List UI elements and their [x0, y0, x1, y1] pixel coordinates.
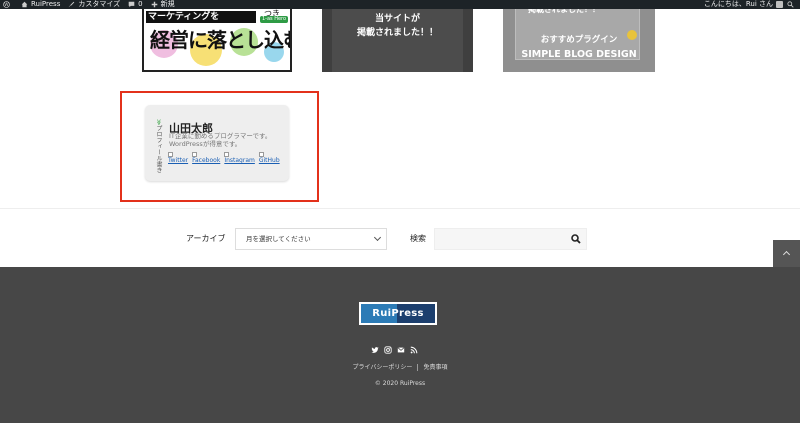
- mail-icon[interactable]: [397, 339, 405, 353]
- customize-link[interactable]: カスタマイズ: [68, 0, 120, 9]
- social-icons: [371, 339, 423, 354]
- site-name-label: RuiPress: [31, 0, 61, 8]
- card1-headline: 経営に落とし込む: [150, 28, 292, 52]
- search-icon[interactable]: [787, 1, 794, 8]
- admin-bar-left: W RuiPress カスタマイズ 0 新規: [3, 0, 183, 9]
- archive-select[interactable]: 月を選択してください: [235, 228, 387, 250]
- twitter-icon[interactable]: [371, 339, 379, 353]
- search-box: [434, 228, 587, 250]
- admin-bar: W RuiPress カスタマイズ 0 新規 こんにちは、Rui さん: [0, 0, 800, 9]
- footer-logo[interactable]: RuiPress: [359, 302, 437, 325]
- rss-icon[interactable]: [410, 339, 418, 354]
- broken-image-icon: [224, 152, 230, 157]
- profile-links: Twitter Facebook Instagram GitHub: [168, 152, 284, 164]
- archive-select-value: 月を選択してください: [246, 235, 311, 243]
- profile-description: IT企業に勤めるプログラマーです。WordPressが得意です。: [169, 132, 272, 148]
- twitter-link[interactable]: Twitter: [168, 152, 188, 164]
- post-card-plugin[interactable]: 掲載されました！！ おすすめプラグイン SIMPLE BLOG DESIGN: [503, 0, 655, 72]
- chevron-down-icon: [373, 233, 382, 242]
- avatar[interactable]: [776, 1, 783, 8]
- plus-icon: [151, 1, 157, 8]
- copyright: © 2020 RuiPress: [374, 380, 426, 387]
- github-link-label: GitHub: [258, 157, 280, 164]
- search-icon[interactable]: [570, 233, 582, 245]
- github-link[interactable]: GitHub: [258, 152, 280, 164]
- footer-link-separator: [417, 364, 419, 371]
- instagram-link[interactable]: Instagram: [224, 152, 255, 164]
- profile-vertical-label: ≫プロフィール書き: [152, 119, 162, 173]
- broken-image-icon: [192, 152, 198, 157]
- admin-bar-right: こんにちは、Rui さん: [704, 0, 797, 9]
- profile-vertical-text: プロフィール書き: [155, 125, 162, 174]
- archive-label: アーカイブ: [186, 234, 226, 243]
- instagram-link-label: Instagram: [224, 157, 255, 164]
- broken-image-icon: [168, 152, 173, 157]
- search-label: 検索: [410, 234, 426, 243]
- privacy-policy-link[interactable]: プライバシーポリシー: [353, 364, 413, 371]
- broken-image-icon: [258, 152, 264, 157]
- account-greeting[interactable]: こんにちは、Rui さん: [704, 0, 773, 9]
- page-top-button[interactable]: [773, 240, 800, 267]
- home-icon: [21, 1, 28, 8]
- instagram-icon[interactable]: [384, 339, 392, 354]
- facebook-link-label: Facebook: [192, 157, 221, 164]
- chevron-up-icon: [782, 250, 791, 259]
- wordpress-logo-button[interactable]: W: [3, 1, 13, 8]
- twitter-link-label: Twitter: [168, 157, 189, 164]
- search-input[interactable]: [435, 229, 565, 249]
- post-card-marketing[interactable]: マーケティングを つき 1-as Hero 経営に落とし込む: [142, 0, 292, 72]
- section-divider: [0, 208, 800, 209]
- card3-subtitle: おすすめプラグイン: [540, 35, 618, 45]
- wordpress-icon: W: [3, 1, 10, 8]
- site-name-link[interactable]: RuiPress: [21, 0, 60, 9]
- new-content-label: 新規: [160, 0, 175, 8]
- footer-logo-text: RuiPress: [372, 308, 424, 319]
- profile-card: ≫プロフィール書き 山田太郎 IT企業に勤めるプログラマーです。WordPres…: [145, 105, 289, 181]
- customize-label: カスタマイズ: [78, 0, 121, 8]
- footer-links: プライバシーポリシー 免責事項: [0, 362, 800, 371]
- comments-count: 0: [138, 0, 143, 8]
- brush-icon: [69, 1, 75, 8]
- card3-title: SIMPLE BLOG DESIGN: [521, 49, 637, 60]
- card2-line1: 当サイトが: [374, 14, 420, 24]
- footer: RuiPress プライバシーポリシー 免責事項 © 2020 RuiPress: [0, 267, 800, 423]
- post-card-featured[interactable]: 当サイトが 掲載されました！！: [322, 0, 473, 72]
- new-content-link[interactable]: 新規: [151, 0, 175, 9]
- card2-text: 当サイトが 掲載されました！！: [322, 12, 473, 40]
- comment-icon: [128, 1, 135, 8]
- comments-link[interactable]: 0: [128, 0, 143, 9]
- svg-text:W: W: [4, 2, 8, 7]
- disclaimer-link[interactable]: 免責事項: [423, 364, 447, 371]
- facebook-link[interactable]: Facebook: [192, 152, 220, 164]
- card2-line2: 掲載されました！！: [356, 28, 438, 38]
